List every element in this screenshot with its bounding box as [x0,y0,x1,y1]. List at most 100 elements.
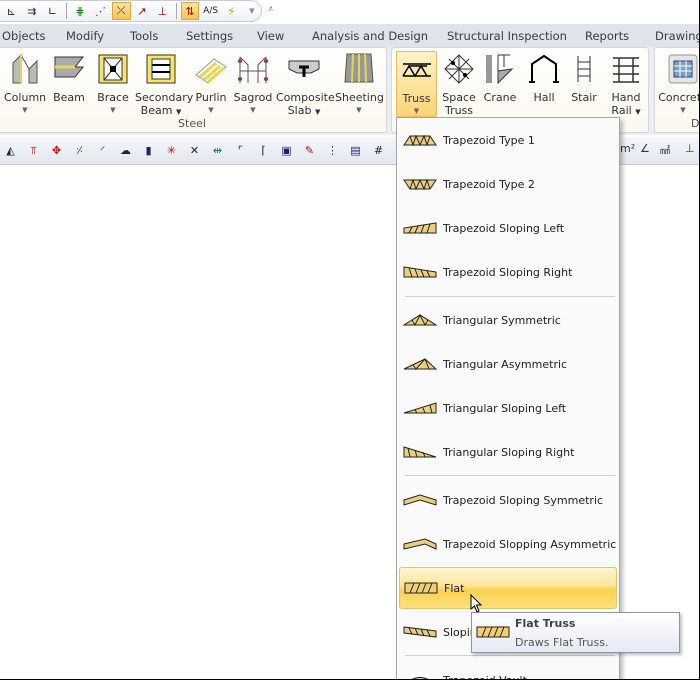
panel-icon[interactable]: ▤ [347,142,364,159]
grid-points-icon[interactable]: ⋮ [324,142,341,159]
grid-icon[interactable]: # [370,142,387,159]
stair-button[interactable]: Stair [567,51,601,117]
tab-drawings[interactable]: Drawings [655,29,699,43]
chamfer-icon[interactable]: ⌈ [255,142,272,159]
separator [65,3,67,19]
area-table-icon[interactable]: ㎟ [660,142,670,157]
menu-item-triangular-sloping-left[interactable]: Triangular Sloping Left [399,387,617,429]
area-icon[interactable]: m² [620,142,635,155]
menu-item-triangular-symmetric[interactable]: Triangular Symmetric [399,299,617,341]
tab-tools[interactable]: Tools [130,29,158,43]
truss-type-icon [403,178,437,190]
brush-icon[interactable]: ✎ [301,142,318,159]
truss-type-icon [403,402,437,414]
beam-button[interactable]: Beam [50,51,88,117]
menu-item-flat[interactable]: Flat [399,567,617,609]
column-button[interactable]: Column ▼ [4,51,46,117]
menu-item-label: Trapezoid Sloping Symmetric [443,493,604,507]
menu-item-trapezoid-vault[interactable]: Trapezoid Vault [399,659,617,679]
menu-item-label: Trapezoid Sloping Left [443,221,565,235]
menu-item-trapezoid-type-1[interactable]: Trapezoid Type 1 [399,119,617,161]
tab-reports[interactable]: Reports [585,29,629,43]
mouse-cursor-icon [470,594,483,613]
truss-type-icon [403,446,437,458]
secondary-beam-button[interactable]: Secondary Beam ▼ [135,51,193,117]
menu-separator [405,296,615,297]
tab-objects[interactable]: Objects [2,29,45,43]
crane-button[interactable]: Crane [480,51,520,117]
menu-item-triangular-asymmetric[interactable]: Triangular Asymmetric [399,343,617,385]
cross-icon[interactable]: ✕ [186,142,203,159]
truss-dropdown-menu: Trapezoid Type 1 Trapezoid Type 2 Trapezoi… [396,117,620,679]
space-truss-icon [441,51,477,87]
menu-item-trapezoid-sloping-right[interactable]: Trapezoid Sloping Right [399,251,617,293]
chart-icon[interactable]: ▮ [140,142,157,159]
brace-button[interactable]: Brace ▼ [94,51,132,117]
menu-item-label: Trapezoid Sloping Right [443,265,573,279]
tab-view[interactable]: View [257,29,284,43]
truss-type-icon [403,538,437,550]
stair-icon [567,51,601,87]
truss-type-icon [403,358,437,370]
sheeting-button[interactable]: Sheeting ▼ [335,51,384,117]
hall-button[interactable]: Hall [523,51,565,117]
truss-type-icon [403,314,437,326]
menu-item-trapezoid-sloping-left[interactable]: Trapezoid Sloping Left [399,207,617,249]
snap-node-lock-icon[interactable]: ⋰ [91,2,110,20]
dimension-icon[interactable]: ⊥ [685,142,695,155]
sagrod-button[interactable]: Sagrod ▼ [233,51,273,117]
snap-intersection-lock-icon[interactable]: ⤫ [111,2,131,20]
truss-type-icon [403,134,437,146]
truss-type-icon [403,626,437,638]
space-truss-button[interactable]: Space Truss [441,51,477,117]
extend-icon[interactable]: ⸓ [71,142,88,159]
break-icon[interactable]: ✳ [163,142,180,159]
trim-icon[interactable]: ⸍ [94,142,111,159]
slope-icon[interactable]: ∠ [640,142,650,155]
tab-settings[interactable]: Settings [186,29,233,43]
lightning-icon[interactable]: ⚡ [222,2,241,20]
region-icon[interactable]: ▣ [278,142,295,159]
steel-group: Column ▼ Beam Brace ▼ Secondary Beam ▼ Purl… [0,47,387,133]
a-s-icon[interactable]: A/S [201,2,220,20]
truss-button[interactable]: Truss ▼ [396,51,437,117]
sagrod-icon [233,51,273,87]
menu-item-trapezoid-sloping-symmetric[interactable]: Trapezoid Sloping Symmetric [399,479,617,521]
chevron-down-icon[interactable]: ▼ [242,2,261,20]
menu-item-label: Triangular Sloping Left [443,401,567,415]
snap-midpoint-icon[interactable]: ↗ [133,2,152,20]
hand-rail-button[interactable]: Hand Rail ▼ [605,51,647,117]
snap-grid-lock-icon[interactable]: ⋕ [71,2,90,20]
cloud-icon[interactable]: ☁ [117,142,134,159]
menu-item-triangular-sloping-right[interactable]: Triangular Sloping Right [399,431,617,473]
menu-item-label: Trapezoid Type 1 [443,133,535,147]
snap-parallel-icon[interactable]: ⇉ [23,2,42,20]
quick-access-toolbar: ⊾ ⇉ ∟ ⋕ ⋰ ⤫ ↗ ⊥ ⇅ A/S ⚡ ▼ [0,0,262,22]
menu-separator [405,655,615,656]
purlin-button[interactable]: Purlin ▼ [193,51,229,117]
fillet-icon[interactable]: ⌜ [232,142,249,159]
menu-item-label: Trapezoid Slopping Asymmetric [443,537,617,551]
mirror-icon[interactable]: ◭ [2,142,19,159]
snap-point-icon[interactable]: ⊥ [153,2,172,20]
tab-structural-inspection[interactable]: Structural Inspection [447,29,567,43]
snap-perpendicular-icon[interactable]: ∟ [43,2,62,20]
menu-item-label: Trapezoid Type 2 [443,177,535,191]
brace-icon [94,51,132,87]
customize-toolbar-icon[interactable]: ⩡ [268,4,274,15]
snap-end-icon[interactable]: ⊾ [2,2,21,20]
tab-modify[interactable]: Modify [66,29,104,43]
tab-analysis-and-design[interactable]: Analysis and Design [312,29,428,43]
tooltip: Flat Truss Draws Flat Truss. [471,612,680,653]
menu-item-trapezoid-slopping-asymmetric[interactable]: Trapezoid Slopping Asymmetric [399,523,617,565]
menu-item-trapezoid-type-2[interactable]: Trapezoid Type 2 [399,163,617,205]
concrete-button[interactable]: Concrete▼ [657,51,699,117]
section-icon[interactable]: ⫪ [25,142,42,159]
composite-slab-button[interactable]: Composite Slab ▼ [276,51,335,117]
composite-slab-icon [276,51,332,87]
join-icon[interactable]: ⇹ [209,142,226,159]
center-icon[interactable]: ✥ [48,142,65,159]
sheeting-icon [335,51,383,87]
tooltip-title: Flat Truss [515,617,576,630]
ortho-icon[interactable]: ⇅ [180,2,200,20]
